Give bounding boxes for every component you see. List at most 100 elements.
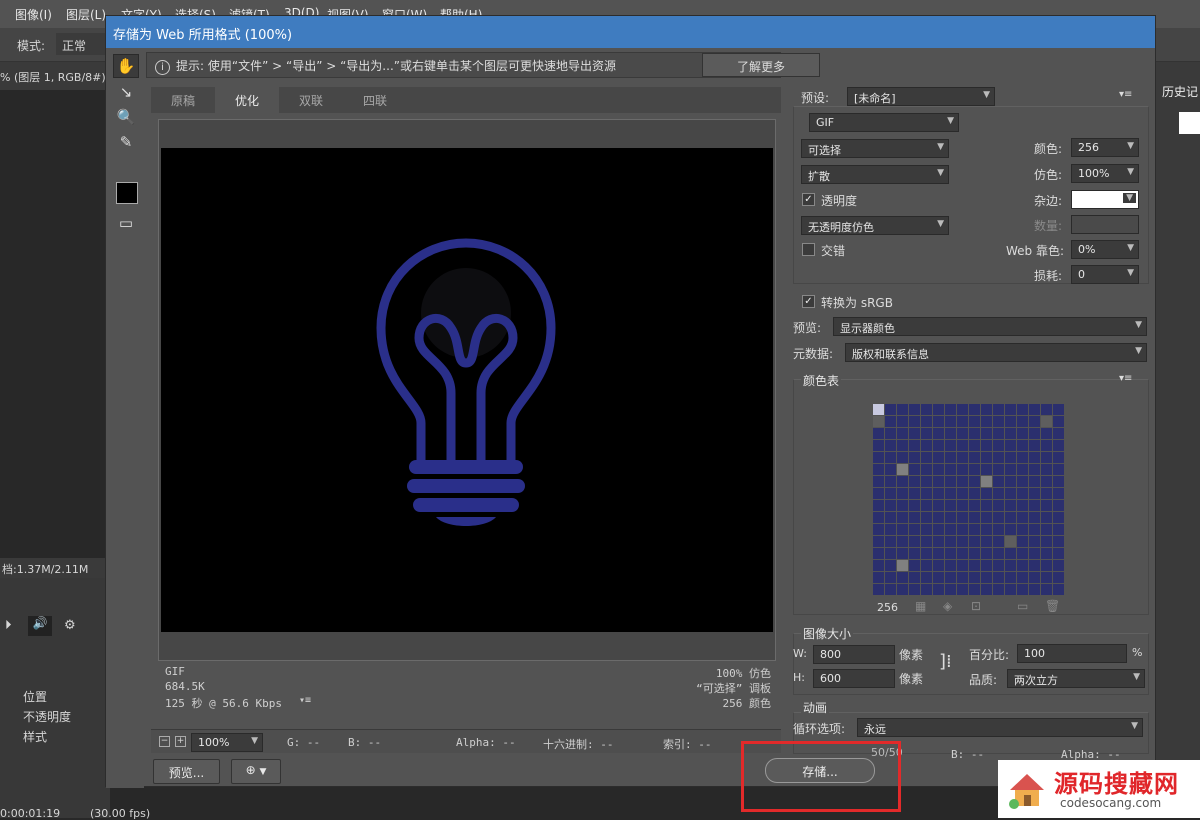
preset-select[interactable]: [未命名] ▼ bbox=[847, 87, 995, 106]
color-swatch[interactable] bbox=[921, 404, 932, 415]
color-swatch[interactable] bbox=[969, 548, 980, 559]
color-swatch[interactable] bbox=[885, 404, 896, 415]
color-swatch[interactable] bbox=[1029, 440, 1040, 451]
color-swatch[interactable] bbox=[1029, 476, 1040, 487]
color-swatch[interactable] bbox=[1053, 512, 1064, 523]
color-swatch[interactable] bbox=[993, 500, 1004, 511]
color-swatch[interactable] bbox=[1017, 416, 1028, 427]
color-swatch[interactable] bbox=[957, 524, 968, 535]
color-swatch[interactable] bbox=[981, 512, 992, 523]
color-swatch[interactable] bbox=[957, 440, 968, 451]
color-swatch[interactable] bbox=[909, 416, 920, 427]
color-swatch[interactable] bbox=[885, 512, 896, 523]
color-swatch[interactable] bbox=[897, 476, 908, 487]
color-swatch[interactable] bbox=[945, 404, 956, 415]
color-swatch[interactable] bbox=[969, 416, 980, 427]
color-swatch[interactable] bbox=[897, 416, 908, 427]
color-swatch[interactable] bbox=[945, 464, 956, 475]
play-icon[interactable]: ⏵ bbox=[5, 618, 12, 633]
color-swatch[interactable] bbox=[921, 464, 932, 475]
color-swatch[interactable] bbox=[957, 476, 968, 487]
color-swatch[interactable] bbox=[885, 548, 896, 559]
color-swatch[interactable] bbox=[969, 464, 980, 475]
transparency-checkbox[interactable]: ✓ bbox=[802, 193, 815, 206]
color-swatch[interactable] bbox=[1005, 536, 1016, 547]
color-swatch[interactable] bbox=[897, 560, 908, 571]
color-swatch[interactable] bbox=[1041, 524, 1052, 535]
color-swatch[interactable] bbox=[897, 488, 908, 499]
color-swatch[interactable] bbox=[1041, 476, 1052, 487]
document-tab[interactable]: % (图层 1, RGB/8#) bbox=[0, 62, 110, 90]
color-swatch[interactable] bbox=[921, 560, 932, 571]
trash-icon[interactable]: 🗑 bbox=[1045, 599, 1060, 613]
color-swatch[interactable] bbox=[945, 548, 956, 559]
lossy-field[interactable]: 0 ▼ bbox=[1071, 265, 1139, 284]
color-swatch[interactable] bbox=[945, 584, 956, 595]
color-swatch[interactable] bbox=[921, 476, 932, 487]
preset-menu-icon[interactable]: ▾≡ bbox=[1119, 89, 1132, 100]
preview-mode-select[interactable]: 显示器颜色 ▼ bbox=[833, 317, 1147, 336]
color-swatch[interactable] bbox=[909, 464, 920, 475]
color-swatch[interactable] bbox=[945, 572, 956, 583]
color-swatch[interactable] bbox=[993, 584, 1004, 595]
tab-optimized[interactable]: 优化 bbox=[215, 87, 279, 113]
color-swatch[interactable] bbox=[873, 512, 884, 523]
color-swatch[interactable] bbox=[1029, 548, 1040, 559]
color-swatch[interactable] bbox=[981, 416, 992, 427]
slice-select-icon[interactable]: ↘ bbox=[113, 80, 139, 104]
color-swatch[interactable] bbox=[1041, 500, 1052, 511]
color-swatch[interactable] bbox=[933, 536, 944, 547]
color-swatch[interactable] bbox=[897, 536, 908, 547]
color-swatch[interactable] bbox=[1029, 572, 1040, 583]
color-swatch[interactable] bbox=[1041, 488, 1052, 499]
color-swatch[interactable] bbox=[993, 416, 1004, 427]
color-swatch[interactable] bbox=[885, 584, 896, 595]
quality-select[interactable]: 两次立方 ▼ bbox=[1007, 669, 1145, 688]
color-swatch[interactable] bbox=[1017, 524, 1028, 535]
color-swatch[interactable] bbox=[873, 428, 884, 439]
color-swatch[interactable] bbox=[897, 404, 908, 415]
color-swatch[interactable] bbox=[873, 440, 884, 451]
menu-layer[interactable]: 图层(L) bbox=[66, 6, 106, 23]
color-swatch[interactable] bbox=[1005, 404, 1016, 415]
color-swatch[interactable] bbox=[957, 560, 968, 571]
color-swatch[interactable] bbox=[1029, 428, 1040, 439]
color-swatch[interactable] bbox=[993, 560, 1004, 571]
color-swatch[interactable] bbox=[933, 560, 944, 571]
color-swatch[interactable] bbox=[1017, 560, 1028, 571]
color-swatch[interactable] bbox=[921, 512, 932, 523]
metadata-select[interactable]: 版权和联系信息 ▼ bbox=[845, 343, 1147, 362]
amount-field[interactable] bbox=[1071, 215, 1139, 234]
color-swatch[interactable] bbox=[1017, 404, 1028, 415]
color-swatch[interactable] bbox=[945, 512, 956, 523]
color-swatch[interactable] bbox=[1005, 440, 1016, 451]
color-swatch[interactable] bbox=[885, 536, 896, 547]
color-swatch[interactable] bbox=[897, 500, 908, 511]
color-swatch[interactable] bbox=[873, 500, 884, 511]
color-swatch[interactable] bbox=[1005, 560, 1016, 571]
preview-image[interactable] bbox=[161, 148, 773, 632]
color-swatch[interactable] bbox=[1005, 512, 1016, 523]
interlace-checkbox[interactable] bbox=[802, 243, 815, 256]
color-swatch[interactable] bbox=[933, 488, 944, 499]
color-swatch[interactable] bbox=[921, 452, 932, 463]
color-swatch[interactable] bbox=[933, 512, 944, 523]
color-swatch[interactable] bbox=[1029, 416, 1040, 427]
color-swatch[interactable] bbox=[873, 584, 884, 595]
color-swatch[interactable] bbox=[897, 428, 908, 439]
color-swatch[interactable] bbox=[993, 488, 1004, 499]
color-swatch[interactable] bbox=[921, 536, 932, 547]
color-swatch[interactable] bbox=[1005, 464, 1016, 475]
color-swatch[interactable] bbox=[873, 416, 884, 427]
color-swatch[interactable] bbox=[909, 428, 920, 439]
color-swatch[interactable] bbox=[945, 440, 956, 451]
color-swatch[interactable] bbox=[1017, 464, 1028, 475]
color-swatch[interactable] bbox=[993, 464, 1004, 475]
color-swatch[interactable] bbox=[1041, 536, 1052, 547]
color-swatch[interactable] bbox=[969, 404, 980, 415]
color-swatch[interactable] bbox=[981, 488, 992, 499]
color-swatch[interactable] bbox=[981, 428, 992, 439]
transparency-dither-select[interactable]: 无透明度仿色 ▼ bbox=[801, 216, 949, 235]
color-swatch[interactable] bbox=[969, 500, 980, 511]
zoom-in-icon[interactable]: + bbox=[175, 736, 186, 747]
